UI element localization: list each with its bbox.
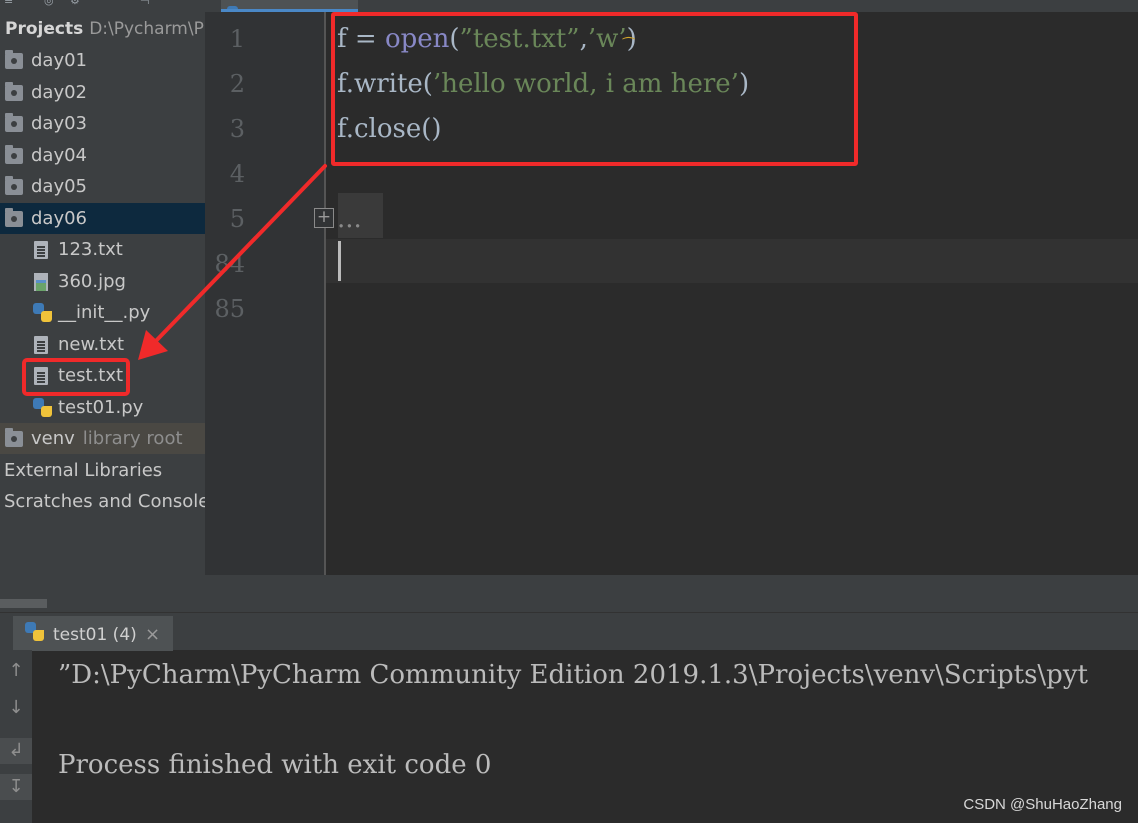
file-highlight-box xyxy=(22,358,130,396)
tree-item-day04[interactable]: day04 xyxy=(0,140,205,171)
folder-icon xyxy=(5,50,23,69)
line-number: 85 xyxy=(214,295,245,323)
tree-item-label: day04 xyxy=(31,145,88,166)
tree-item-123-txt[interactable]: 123.txt xyxy=(0,234,205,265)
project-header[interactable]: Projects D:\Pycharm\Pr xyxy=(0,14,205,44)
line-number: 1 xyxy=(229,25,245,53)
soft-wrap-icon[interactable]: ↲ xyxy=(0,738,32,764)
editor-tab-bar xyxy=(205,0,1138,12)
library-root-hint: library root xyxy=(82,428,183,449)
editor-bottom-strip xyxy=(205,575,1138,612)
line-number: 3 xyxy=(229,115,245,143)
line-number: 5 xyxy=(229,205,245,233)
folder-icon xyxy=(5,208,23,227)
tree-item-day02[interactable]: day02 xyxy=(0,77,205,108)
tree-item-label: day06 xyxy=(31,208,88,229)
tree-item-external-libraries[interactable]: External Libraries xyxy=(0,455,205,486)
line-number: 4 xyxy=(229,160,245,188)
tree-item-label: new.txt xyxy=(58,334,125,355)
tree-item-test01-py[interactable]: test01.py xyxy=(0,392,205,423)
tree-item-label: Scratches and Consoles xyxy=(4,491,205,512)
text-file-icon xyxy=(34,241,48,259)
run-panel: test01 (4) × ↑ ↓ ↲ ↧ ”D:\PyCharm\PyCharm… xyxy=(0,612,1138,823)
tree-item-label: venv xyxy=(31,428,75,449)
text-file-icon xyxy=(34,336,48,354)
scroll-to-end-icon[interactable]: ↧ xyxy=(0,774,32,800)
console-output-line: ”D:\PyCharm\PyCharm Community Edition 20… xyxy=(58,660,1088,690)
watermark: CSDN @ShuHaoZhang xyxy=(963,796,1122,813)
folder-icon xyxy=(5,176,23,195)
tree-item-label: day02 xyxy=(31,82,88,103)
python-icon xyxy=(25,622,45,642)
tree-item-day01[interactable]: day01 xyxy=(0,45,205,76)
code-highlight-box xyxy=(331,12,858,166)
folder-icon xyxy=(5,82,23,101)
tree-item-day06[interactable]: day06 xyxy=(0,203,205,234)
text-caret xyxy=(338,241,341,281)
hide-icon[interactable]: ⊣ xyxy=(140,0,152,7)
tree-item-label: External Libraries xyxy=(4,460,163,481)
python-file-icon xyxy=(33,303,53,323)
tree-item-label: 123.txt xyxy=(58,239,123,260)
python-file-icon xyxy=(33,398,53,418)
tree-item-day03[interactable]: day03 xyxy=(0,108,205,139)
folder-icon xyxy=(5,113,23,132)
scroll-down-icon[interactable]: ↓ xyxy=(0,695,32,721)
tree-item-init-py[interactable]: __init__.py xyxy=(0,297,205,328)
tree-item-label: day01 xyxy=(31,50,88,71)
folder-icon xyxy=(5,428,23,447)
tree-item-venv[interactable]: venv library root xyxy=(0,423,205,454)
tree-item-label: __init__.py xyxy=(58,302,151,323)
run-toolstrip: ↑ ↓ ↲ ↧ xyxy=(0,650,32,823)
tree-item-label: day03 xyxy=(31,113,88,134)
scroll-up-icon[interactable]: ↑ xyxy=(0,658,32,684)
tree-item-label: day05 xyxy=(31,176,88,197)
sidebar-horizontal-scrollbar[interactable] xyxy=(0,599,47,608)
image-file-icon xyxy=(34,273,48,291)
run-tab-bar: test01 (4) × xyxy=(0,612,1138,651)
run-tab-test01[interactable]: test01 (4) × xyxy=(13,616,173,651)
tree-item-new-txt[interactable]: new.txt xyxy=(0,329,205,360)
current-line-highlight xyxy=(326,239,1138,283)
folded-code-placeholder[interactable]: ... xyxy=(337,197,362,242)
tree-item-scratches[interactable]: Scratches and Consoles xyxy=(0,486,205,517)
line-number: 2 xyxy=(229,70,245,98)
venv-row-text: venv library root xyxy=(31,423,183,454)
run-tab-label: test01 (4) xyxy=(53,625,137,645)
collapse-icon[interactable]: ≡ xyxy=(4,0,16,7)
editor-tab-test01[interactable] xyxy=(221,0,358,12)
tree-item-label: test01.py xyxy=(58,397,144,418)
console-output-line: Process finished with exit code 0 xyxy=(58,750,492,780)
project-sidebar: ≡ ◎ ⚙ ⊣ Projects D:\Pycharm\Pr day01 day0… xyxy=(0,0,205,612)
folder-icon xyxy=(5,145,23,164)
project-title: Projects xyxy=(5,19,84,39)
settings-icon[interactable]: ⚙ xyxy=(70,0,82,7)
tree-item-label: 360.jpg xyxy=(58,271,126,292)
close-icon[interactable]: × xyxy=(145,616,160,654)
project-path: D:\Pycharm\Pr xyxy=(89,19,205,39)
tree-item-360-jpg[interactable]: 360.jpg xyxy=(0,266,205,297)
target-icon[interactable]: ◎ xyxy=(44,0,56,7)
tree-item-day05[interactable]: day05 xyxy=(0,171,205,202)
line-number: 84 xyxy=(214,250,245,278)
fold-toggle-icon[interactable]: + xyxy=(314,208,334,228)
sidebar-toolbar: ≡ ◎ ⚙ ⊣ xyxy=(0,0,205,12)
